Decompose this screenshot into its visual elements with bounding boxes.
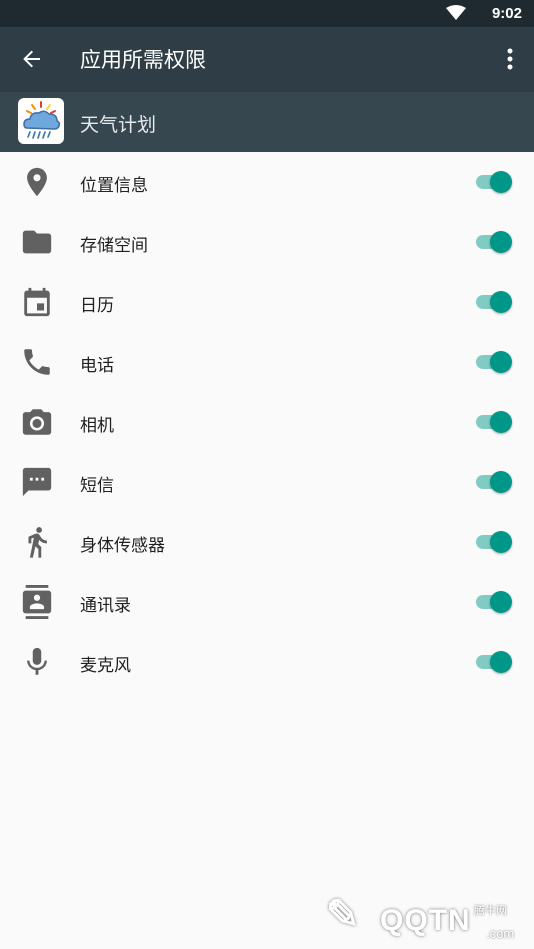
permission-item-calendar[interactable]: 日历	[0, 272, 534, 332]
permission-label: 麦克风	[80, 656, 131, 676]
body-sensor-icon	[28, 527, 47, 558]
permission-item-microphone[interactable]: 麦克风	[0, 632, 534, 692]
permission-label: 身体传感器	[80, 536, 165, 556]
toggle-thumb	[490, 291, 512, 313]
contacts-icon	[22, 585, 52, 619]
permission-item-storage[interactable]: 存储空间	[0, 212, 534, 272]
camera-icon	[22, 409, 52, 435]
phone-icon	[24, 349, 50, 375]
permission-item-sms[interactable]: 短信	[0, 452, 534, 512]
toggle-thumb	[490, 471, 512, 493]
sms-icon	[22, 467, 52, 497]
folder-icon	[22, 230, 52, 254]
toggle-thumb	[490, 651, 512, 673]
permission-toggle[interactable]	[474, 528, 514, 556]
permission-toggle[interactable]	[474, 468, 514, 496]
more-options-button[interactable]	[498, 43, 522, 75]
permission-toggle[interactable]	[474, 648, 514, 676]
permission-item-location[interactable]: 位置信息	[0, 152, 534, 212]
permission-item-contacts[interactable]: 通讯录	[0, 572, 534, 632]
watermark-text: QQTN	[380, 904, 471, 937]
wifi-icon	[446, 5, 466, 20]
permission-toggle[interactable]	[474, 588, 514, 616]
weather-app-icon	[18, 98, 64, 144]
permission-label: 通讯录	[80, 596, 131, 616]
permission-list: 位置信息 存储空间 日历 电话 相机 短信 身体传感器 通讯录 麦克风	[0, 152, 534, 692]
permission-item-body-sensors[interactable]: 身体传感器	[0, 512, 534, 572]
permission-label: 位置信息	[80, 176, 148, 196]
status-bar: 9:02	[0, 0, 534, 27]
app-bar: 应用所需权限	[0, 27, 534, 92]
page-title: 应用所需权限	[80, 48, 206, 72]
app-name: 天气计划	[80, 114, 157, 136]
toggle-thumb	[490, 591, 512, 613]
toggle-thumb	[490, 411, 512, 433]
permission-label: 日历	[80, 296, 114, 316]
watermark-domain: .com	[486, 926, 515, 941]
toggle-thumb	[490, 531, 512, 553]
permission-toggle[interactable]	[474, 408, 514, 436]
microphone-icon	[27, 647, 47, 675]
permission-label: 短信	[80, 476, 114, 496]
permission-label: 电话	[80, 356, 114, 376]
watermark-site-label: 腾牛网	[474, 904, 507, 917]
permission-toggle[interactable]	[474, 168, 514, 196]
arrow-back-icon	[23, 50, 40, 68]
toggle-thumb	[490, 351, 512, 373]
calendar-icon	[24, 287, 50, 317]
toggle-thumb	[490, 231, 512, 253]
status-time: 9:02	[491, 5, 522, 22]
permission-toggle[interactable]	[474, 288, 514, 316]
permission-toggle[interactable]	[474, 348, 514, 376]
toggle-thumb	[490, 171, 512, 193]
permission-toggle[interactable]	[474, 228, 514, 256]
watermark: ✎ QQTN 腾牛网 .com	[326, 890, 530, 946]
more-vertical-icon	[507, 48, 513, 70]
watermark-logo-icon: ✎	[326, 893, 360, 937]
permission-label: 存储空间	[80, 236, 148, 256]
location-icon	[27, 167, 47, 197]
app-header: 天气计划	[0, 92, 534, 152]
back-button[interactable]	[16, 43, 48, 75]
permission-item-phone[interactable]: 电话	[0, 332, 534, 392]
permission-item-camera[interactable]: 相机	[0, 392, 534, 452]
permission-label: 相机	[80, 416, 114, 436]
